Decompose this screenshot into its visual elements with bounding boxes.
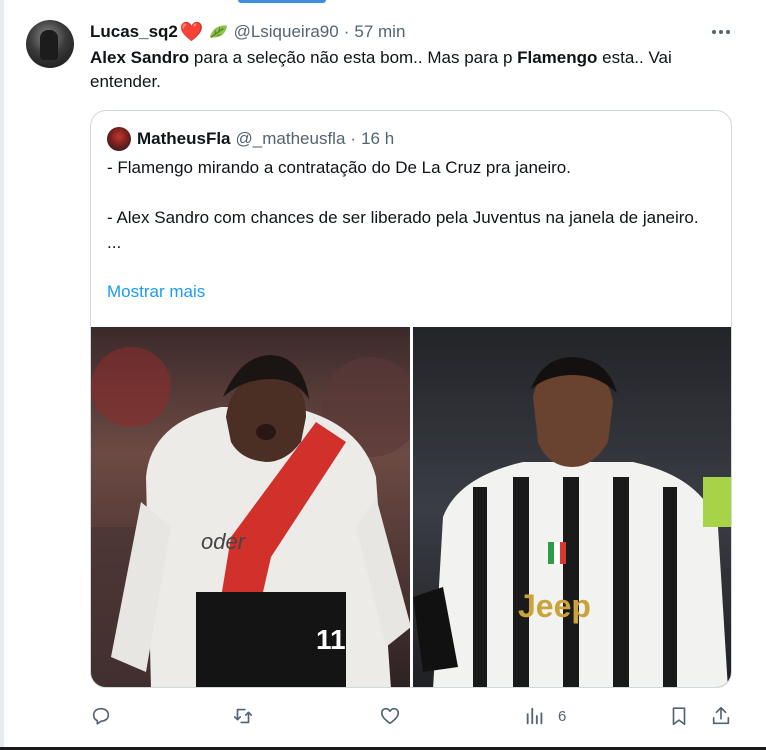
more-options-icon[interactable] (708, 22, 734, 42)
shorts-number: 11 (316, 624, 346, 655)
quoted-line: ... (107, 233, 122, 252)
heart-icon (380, 707, 400, 725)
tweet-time[interactable]: 57 min (354, 22, 405, 42)
separator-dot: · (350, 129, 357, 148)
quoted-text: - Flamengo mirando a contratação do De L… (107, 155, 719, 255)
tweet-header: Lucas_sq2 ❤️ @Lsiqueira90 · 57 min (90, 20, 405, 44)
mention-flamengo: Flamengo (517, 48, 598, 67)
quoted-line: - Alex Sandro com chances de ser liberad… (107, 208, 699, 227)
text-segment: para a seleção não esta bom.. Mas para p (189, 48, 518, 67)
quoted-author-name[interactable]: MatheusFla (137, 129, 231, 149)
photo-left[interactable]: 11 oder (91, 327, 410, 687)
avatar[interactable] (26, 20, 74, 68)
author-handle[interactable]: @Lsiqueira90 (234, 22, 339, 42)
quoted-tweet[interactable]: MatheusFla @_matheusfla · 16 h - Flameng… (90, 110, 732, 688)
bookmark-icon (672, 707, 686, 726)
photo-left-illustration: 11 oder (91, 347, 410, 687)
jersey-sponsor: oder (201, 529, 247, 554)
share-icon (712, 706, 730, 725)
action-bar: 6 (90, 700, 740, 732)
jersey-sponsor-right: Jeep (518, 588, 591, 624)
quoted-author-handle[interactable]: @_matheusfla (236, 129, 346, 149)
photo-right[interactable]: Jeep (413, 327, 731, 687)
bookmark-button[interactable] (668, 702, 690, 730)
quoted-avatar[interactable] (107, 127, 131, 151)
left-border (0, 0, 4, 750)
separator-dot: · (343, 22, 350, 41)
photo-right-illustration: Jeep (413, 357, 731, 687)
quoted-header: MatheusFla @_matheusfla · 16 h (137, 127, 394, 151)
reply-icon (92, 707, 110, 725)
repost-icon (233, 708, 253, 724)
views-chart-icon (526, 707, 543, 725)
views-count: 6 (558, 707, 567, 725)
author-name[interactable]: Lucas_sq2 (90, 22, 178, 42)
top-accent-bar (238, 0, 326, 3)
show-more-link[interactable]: Mostrar mais (107, 282, 205, 302)
repost-button[interactable] (232, 702, 254, 730)
avatar-figure (40, 30, 58, 60)
leaf-icon (209, 25, 227, 38)
tweet-text: Alex Sandro para a seleção não esta bom.… (90, 46, 742, 94)
heart-emoji: ❤️ (179, 22, 204, 43)
like-button[interactable] (379, 702, 401, 730)
share-button[interactable] (710, 702, 732, 730)
quoted-line: - Flamengo mirando a contratação do De L… (107, 158, 571, 177)
views-button[interactable]: 6 (524, 702, 566, 730)
reply-button[interactable] (90, 702, 112, 730)
quoted-time[interactable]: 16 h (361, 129, 394, 149)
mention-alex-sandro: Alex Sandro (90, 48, 190, 67)
